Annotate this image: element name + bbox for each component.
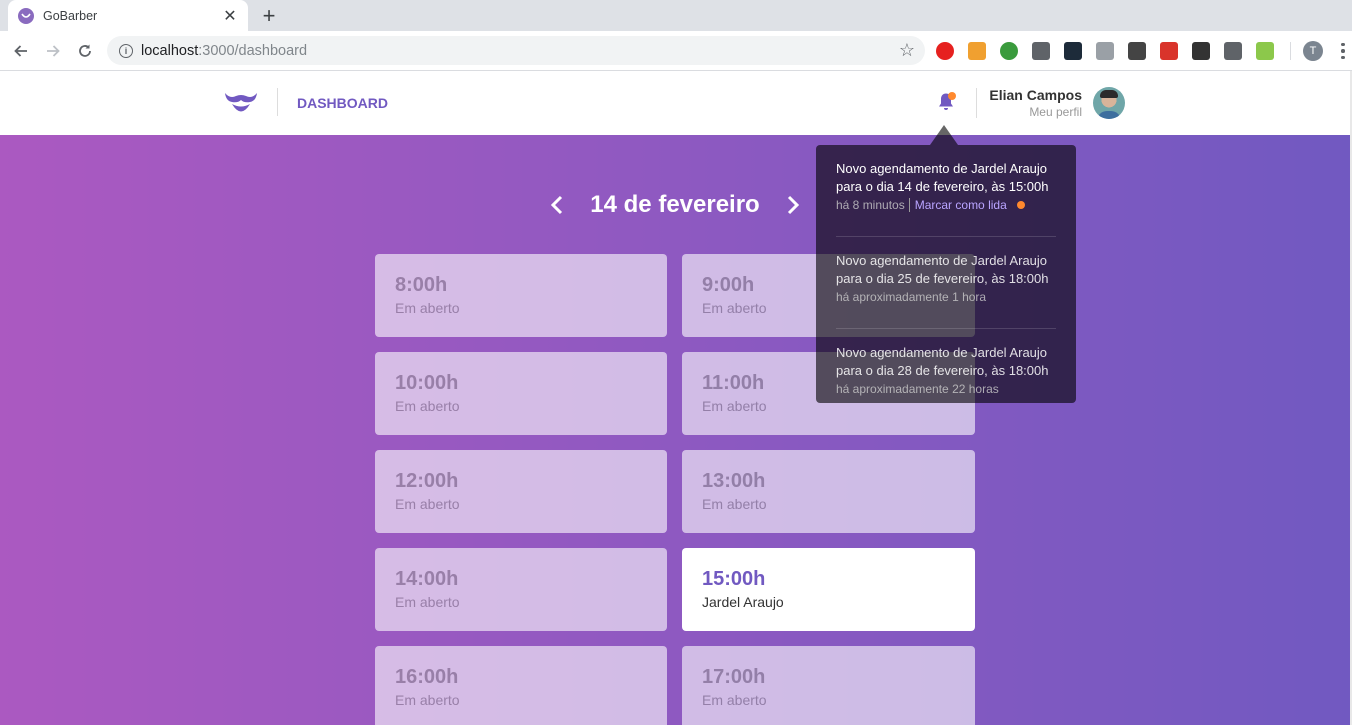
extensions-row: T	[936, 40, 1345, 62]
browser-tabstrip: GoBarber ✕ +	[0, 0, 1352, 31]
opera-icon[interactable]	[936, 42, 954, 60]
notification-item: Novo agendamento de Jardel Araujo para o…	[836, 236, 1056, 320]
chevron-left-icon	[551, 195, 563, 215]
next-day-button[interactable]	[775, 190, 811, 220]
app-header: DASHBOARD Elian Campos Meu perfil	[0, 71, 1352, 135]
notification-item: Novo agendamento de Jardel Araujo para o…	[836, 328, 1056, 412]
slot-client: Jardel Araujo	[702, 594, 784, 610]
gobarber-favicon-icon	[18, 7, 34, 24]
browser-tab[interactable]: GoBarber ✕	[8, 0, 248, 31]
time-slot[interactable]: 15:00h Jardel Araujo	[682, 548, 975, 631]
slot-time: 16:00h	[395, 666, 459, 688]
slot-time: 17:00h	[702, 666, 766, 688]
toolbar-separator	[1290, 42, 1291, 60]
popover-arrow	[930, 125, 958, 145]
url-path: :3000/dashboard	[198, 42, 308, 59]
mask-icon[interactable]	[1128, 42, 1146, 60]
time-slot[interactable]: 12:00h Em aberto	[375, 450, 667, 533]
slot-time: 14:00h	[395, 568, 459, 590]
slot-time: 8:00h	[395, 274, 448, 296]
dashboard-link[interactable]: DASHBOARD	[297, 95, 388, 111]
notification-text: Novo agendamento de Jardel Araujo para o…	[836, 253, 1049, 286]
adblock-icon[interactable]	[1064, 42, 1082, 60]
url-host: localhost	[141, 42, 199, 59]
slot-client: Em aberto	[395, 300, 460, 316]
date-navigator: 14 de fevereiro	[0, 190, 1350, 220]
header-divider	[277, 88, 278, 116]
unread-indicator	[1016, 200, 1025, 209]
slot-time: 12:00h	[395, 470, 459, 492]
profile-link[interactable]: Meu perfil	[1029, 105, 1082, 119]
reload-icon[interactable]	[73, 39, 97, 63]
new-tab-icon[interactable]: +	[258, 5, 280, 27]
previous-day-button[interactable]	[539, 190, 575, 220]
slot-client: Em aberto	[395, 496, 460, 512]
profile-name: Elian Campos	[989, 87, 1082, 103]
slot-client: Em aberto	[395, 692, 460, 708]
current-date: 14 de fevereiro	[590, 191, 760, 218]
browser-menu-icon[interactable]	[1341, 42, 1345, 60]
camera-icon[interactable]	[1096, 42, 1114, 60]
node-icon[interactable]	[1256, 42, 1274, 60]
time-slot[interactable]: 10:00h Em aberto	[375, 352, 667, 435]
time-slot[interactable]: 17:00h Em aberto	[682, 646, 975, 725]
slot-client: Em aberto	[702, 692, 767, 708]
dashboard-main: 14 de fevereiro 8:00h Em aberto 9:00h Em ab…	[0, 135, 1350, 725]
json-icon[interactable]	[1192, 42, 1210, 60]
notifications-popover: Novo agendamento de Jardel Araujo para o…	[816, 145, 1076, 403]
browser-toolbar: i localhost:3000/dashboard ☆ T	[0, 31, 1352, 71]
time-slot[interactable]: 13:00h Em aberto	[682, 450, 975, 533]
notification-time: há 8 minutos	[836, 198, 905, 212]
notification-item: Novo agendamento de Jardel Araujo para o…	[836, 160, 1056, 228]
tab-title: GoBarber	[43, 8, 98, 23]
mark-as-read-button[interactable]: Marcar como lida	[908, 198, 1007, 212]
address-bar[interactable]: i localhost:3000/dashboard ☆	[107, 36, 925, 65]
notification-text: Novo agendamento de Jardel Araujo para o…	[836, 161, 1049, 194]
slot-time: 10:00h	[395, 372, 459, 394]
time-slot[interactable]: 14:00h Em aberto	[375, 548, 667, 631]
slot-client: Em aberto	[395, 398, 460, 414]
back-icon[interactable]	[9, 39, 33, 63]
image-extension-icon[interactable]	[968, 42, 986, 60]
site-info-icon[interactable]: i	[119, 43, 133, 58]
chevron-right-icon	[787, 195, 799, 215]
car-icon[interactable]	[1224, 42, 1242, 60]
screenshot-icon[interactable]	[1032, 42, 1050, 60]
profile-divider	[976, 88, 977, 118]
browser-profile-button[interactable]: T	[1303, 41, 1323, 61]
forward-icon[interactable]	[41, 39, 65, 63]
tab-close-icon[interactable]: ✕	[222, 8, 238, 25]
slot-time: 13:00h	[702, 470, 766, 492]
time-slot[interactable]: 8:00h Em aberto	[375, 254, 667, 337]
gobarber-logo-icon[interactable]	[224, 89, 258, 117]
unread-badge	[948, 92, 956, 100]
time-slot[interactable]: 16:00h Em aberto	[375, 646, 667, 725]
slot-client: Em aberto	[702, 496, 767, 512]
notification-text: Novo agendamento de Jardel Araujo para o…	[836, 345, 1049, 378]
notification-time: há aproximadamente 1 hora	[836, 290, 987, 304]
slot-time: 15:00h	[702, 568, 766, 590]
globe-extension-icon[interactable]	[1000, 42, 1018, 60]
notification-time: há aproximadamente 22 horas	[836, 382, 999, 396]
avatar[interactable]	[1093, 87, 1125, 119]
bookmark-star-icon[interactable]: ☆	[899, 41, 915, 59]
red-extension-icon[interactable]	[1160, 42, 1178, 60]
slot-client: Em aberto	[395, 594, 460, 610]
